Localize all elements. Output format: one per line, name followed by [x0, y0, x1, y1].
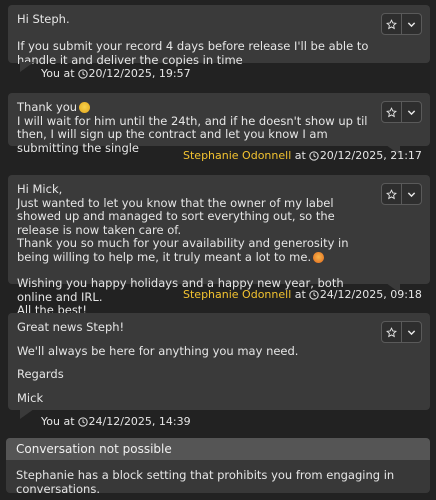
bubble-tail: [20, 62, 34, 72]
at-word: at: [294, 149, 306, 162]
message-actions: [381, 13, 422, 35]
chevron-down-icon: [407, 191, 416, 197]
notice-body: Stephanie has a block setting that prohi…: [16, 468, 395, 493]
message-timestamp: 24/12/2025, 14:39: [88, 415, 191, 428]
message-actions: [381, 321, 422, 343]
message-timestamp: 20/12/2025, 21:17: [319, 149, 422, 162]
clock-icon: [309, 150, 319, 161]
conversation-blocked-notice: Conversation not possible Stephanie has …: [6, 438, 430, 493]
notice-title: Conversation not possible: [6, 438, 430, 460]
star-icon: [386, 18, 397, 29]
message-author[interactable]: Stephanie Odonnell: [183, 288, 291, 301]
smile-emoji-icon: [79, 102, 91, 113]
clock-icon: [77, 68, 88, 79]
message-author: You: [41, 67, 60, 80]
message-meta: You at 24/12/2025, 14:39: [41, 415, 191, 428]
message-text: Hi Mick, Just wanted to let you know tha…: [17, 182, 349, 264]
message-text: Mick: [17, 390, 44, 405]
message-timestamp: 24/12/2025, 09:18: [319, 288, 422, 301]
message-author: You: [41, 415, 60, 428]
at-word: at: [63, 415, 75, 428]
chevron-down-icon: [407, 109, 416, 115]
message-actions: [381, 101, 422, 123]
message-bubble: Thank you I will wait for him until the …: [8, 93, 430, 155]
heart-eyes-emoji-icon: [313, 251, 325, 263]
dropdown-button[interactable]: [401, 322, 421, 342]
clock-icon: [77, 416, 88, 427]
star-icon: [386, 106, 397, 117]
message-text: Hi Steph. If you submit your record 4 da…: [17, 12, 369, 67]
message-author[interactable]: Stephanie Odonnell: [183, 149, 291, 162]
message-bubble: Great news Steph! We'll always be here f…: [8, 313, 430, 419]
message-meta: You at 20/12/2025, 19:57: [41, 67, 191, 80]
dropdown-button[interactable]: [401, 184, 421, 204]
bubble-tail: [20, 409, 34, 419]
chevron-down-icon: [407, 329, 416, 335]
message-meta: Stephanie Odonnell at 24/12/2025, 09:18: [183, 288, 422, 301]
star-button[interactable]: [382, 322, 401, 342]
chevron-down-icon: [407, 21, 416, 27]
message-text: Great news Steph!: [17, 320, 125, 334]
message-text: Regards: [17, 367, 64, 381]
message-actions: [381, 183, 422, 205]
message-bubble: Hi Steph. If you submit your record 4 da…: [8, 5, 430, 72]
star-button[interactable]: [382, 184, 401, 204]
message-meta: Stephanie Odonnell at 20/12/2025, 21:17: [183, 149, 422, 162]
clock-icon: [309, 289, 319, 300]
message-text: We'll always be here for anything you ma…: [17, 343, 299, 358]
message-text: Thank you: [17, 100, 78, 114]
dropdown-button[interactable]: [401, 102, 421, 122]
dropdown-button[interactable]: [401, 14, 421, 34]
star-icon: [386, 188, 397, 199]
star-button[interactable]: [382, 14, 401, 34]
star-icon: [386, 326, 397, 337]
at-word: at: [294, 288, 306, 301]
star-button[interactable]: [382, 102, 401, 122]
at-word: at: [63, 67, 75, 80]
message-bubble: Hi Mick, Just wanted to let you know tha…: [8, 175, 430, 317]
message-timestamp: 20/12/2025, 19:57: [88, 67, 191, 80]
